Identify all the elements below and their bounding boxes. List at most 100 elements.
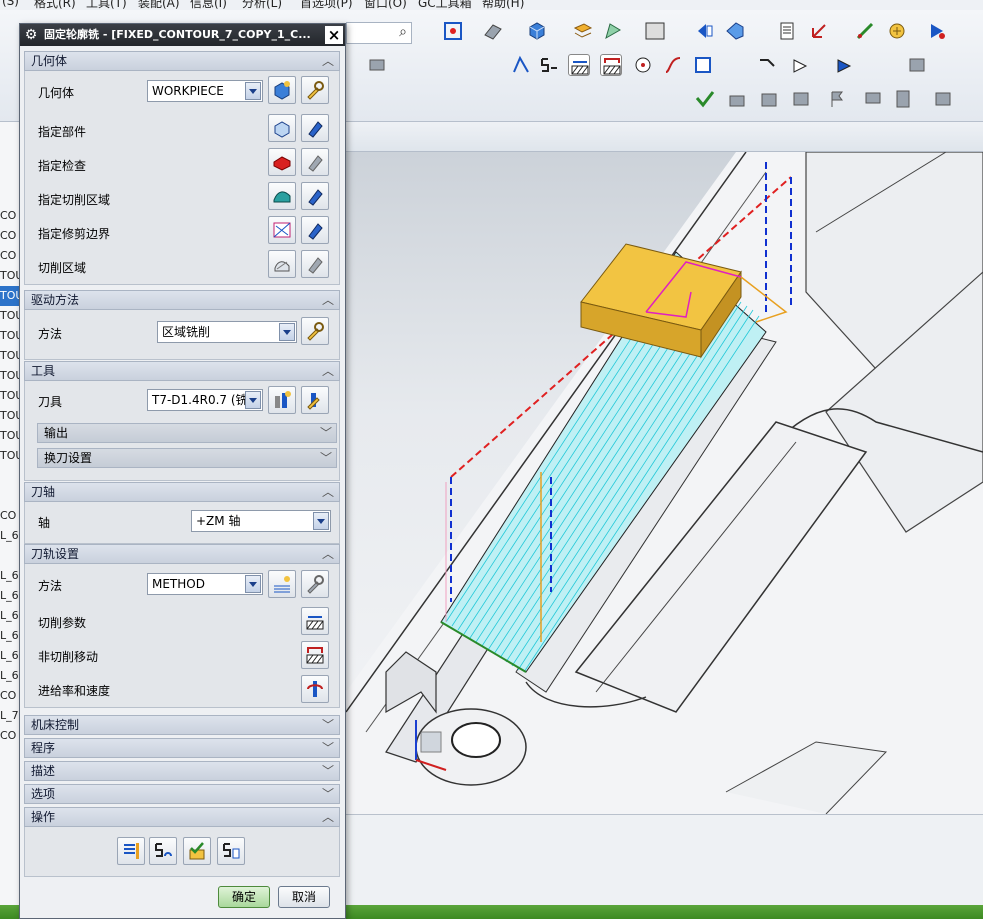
select-part-button[interactable]	[268, 114, 296, 142]
chevron-down-icon[interactable]	[279, 323, 295, 341]
nav-item[interactable]: L_6	[0, 626, 19, 646]
nav-item[interactable]: L_6	[0, 586, 19, 606]
holder-icon[interactable]	[932, 88, 954, 110]
nav-item[interactable]: TOU	[0, 306, 19, 326]
nav-item[interactable]: CO	[0, 686, 19, 706]
chevron-down-icon[interactable]	[245, 391, 261, 409]
nav-item[interactable]: TOU	[0, 426, 19, 446]
section-options[interactable]: 选项 ﹀	[24, 784, 340, 804]
chevron-down-icon[interactable]	[313, 512, 329, 530]
list-button[interactable]	[217, 837, 245, 865]
section-axis-header[interactable]: 刀轴 ︿	[24, 482, 340, 502]
nav-item[interactable]: TOU	[0, 346, 19, 366]
view-orient-icon[interactable]	[482, 20, 504, 42]
nav-item[interactable]: L_6	[0, 606, 19, 626]
machine-icon[interactable]	[726, 88, 748, 110]
non-cut-moves-button[interactable]	[301, 641, 329, 669]
nav-item[interactable]: CO	[0, 506, 19, 526]
new-geometry-button[interactable]	[268, 76, 296, 104]
edit-drive-button[interactable]	[301, 317, 329, 345]
nav-item[interactable]: TOU	[0, 446, 19, 466]
nav-item[interactable]: CO	[0, 226, 19, 246]
check-icon[interactable]	[694, 88, 716, 110]
tool-path-edit-icon[interactable]	[790, 54, 812, 76]
play-icon[interactable]	[926, 20, 948, 42]
feeds-speeds-button[interactable]	[301, 675, 329, 703]
section-path-header[interactable]: 刀轨设置 ︿	[24, 544, 340, 564]
non-cut-moves-icon[interactable]	[600, 54, 622, 76]
section-drive-header[interactable]: 驱动方法 ︿	[24, 290, 340, 310]
section-icon[interactable]	[724, 20, 746, 42]
comment-icon[interactable]	[862, 88, 884, 110]
menu-item[interactable]: 窗口(O)	[364, 0, 407, 10]
nav-item[interactable]: TOU	[0, 386, 19, 406]
post-process-icon[interactable]	[834, 54, 856, 76]
output-subsection[interactable]: 输出 ﹀	[37, 423, 337, 443]
show-check-button[interactable]	[301, 148, 329, 176]
tool-change-subsection[interactable]: 换刀设置 ﹀	[37, 448, 337, 468]
drive-method-select[interactable]: 区域铣削	[157, 321, 297, 343]
nav-item[interactable]: L_6	[0, 566, 19, 586]
shaded-cube-icon[interactable]	[526, 20, 548, 42]
show-cut-region-button[interactable]	[301, 250, 329, 278]
section-machine-control[interactable]: 机床控制 ﹀	[24, 715, 340, 735]
edit-method-button[interactable]	[301, 570, 329, 598]
sketch-icon[interactable]	[510, 54, 532, 76]
tool-select[interactable]: T7-D1.4R0.7 (铣	[147, 389, 263, 411]
chevron-down-icon[interactable]	[245, 575, 261, 593]
menu-item[interactable]: 首选项(P)	[300, 0, 353, 10]
menu-item[interactable]: (S)	[2, 0, 19, 8]
nav-item[interactable]: L_6	[0, 666, 19, 686]
new-tool-button[interactable]	[268, 386, 296, 414]
nav-item[interactable]: TOU	[0, 266, 19, 286]
menu-item[interactable]: GC工具箱	[418, 0, 472, 10]
menu-item[interactable]: 格式(R)	[34, 0, 76, 10]
section-program[interactable]: 程序 ﹀	[24, 738, 340, 758]
doc-icon[interactable]	[892, 88, 914, 110]
menu-item[interactable]: 装配(A)	[138, 0, 180, 10]
cut-params-icon[interactable]	[568, 54, 590, 76]
axis-select[interactable]: +ZM 轴	[191, 510, 331, 532]
graphics-viewport[interactable]	[346, 152, 983, 814]
flag-icon[interactable]	[826, 88, 848, 110]
show-trim-button[interactable]	[301, 216, 329, 244]
background-color-icon[interactable]	[644, 20, 666, 42]
gear-icon[interactable]: ⚙	[23, 27, 39, 43]
operation-icon[interactable]	[538, 54, 560, 76]
shape-icon[interactable]	[602, 20, 624, 42]
list-icon[interactable]	[776, 20, 798, 42]
cut-region-button[interactable]	[268, 250, 296, 278]
clip-icon[interactable]	[694, 20, 716, 42]
ok-button[interactable]: 确定	[218, 886, 270, 908]
dialog-title-bar[interactable]: ⚙ 固定轮廓铣 - [FIXED_CONTOUR_7_COPY_1_C... ×	[20, 24, 345, 46]
show-cut-area-button[interactable]	[301, 182, 329, 210]
nav-item[interactable]: L_6	[0, 526, 19, 546]
point-icon[interactable]	[632, 54, 654, 76]
select-cut-area-button[interactable]	[268, 182, 296, 210]
new-method-button[interactable]	[268, 570, 296, 598]
cut-params-button[interactable]	[301, 607, 329, 635]
replay-button[interactable]	[149, 837, 177, 865]
edit-tool-button[interactable]	[301, 386, 329, 414]
nav-item[interactable]: CO	[0, 726, 19, 746]
section-tool-header[interactable]: 工具 ︿	[24, 361, 340, 381]
nav-item[interactable]: TOU	[0, 406, 19, 426]
menu-item[interactable]: 工具(T)	[86, 0, 127, 10]
drawing-icon[interactable]	[366, 54, 388, 76]
cancel-button[interactable]: 取消	[278, 886, 330, 908]
menu-item[interactable]: 分析(L)	[242, 0, 282, 10]
menu-item[interactable]: 帮助(H)	[482, 0, 524, 10]
shop-docs-icon[interactable]	[906, 54, 928, 76]
nav-item[interactable]: CO	[0, 206, 19, 226]
path-method-select[interactable]: METHOD	[147, 573, 263, 595]
tool-path-icon[interactable]	[756, 54, 778, 76]
select-trim-button[interactable]	[268, 216, 296, 244]
menu-item[interactable]: 信息(I)	[190, 0, 227, 10]
nav-item[interactable]: CO	[0, 246, 19, 266]
select-check-button[interactable]	[268, 148, 296, 176]
export-icon[interactable]	[790, 88, 812, 110]
coordinate-icon[interactable]	[808, 20, 830, 42]
verify-icon[interactable]	[692, 54, 714, 76]
verify-button[interactable]	[183, 837, 211, 865]
close-button[interactable]: ×	[325, 26, 343, 44]
